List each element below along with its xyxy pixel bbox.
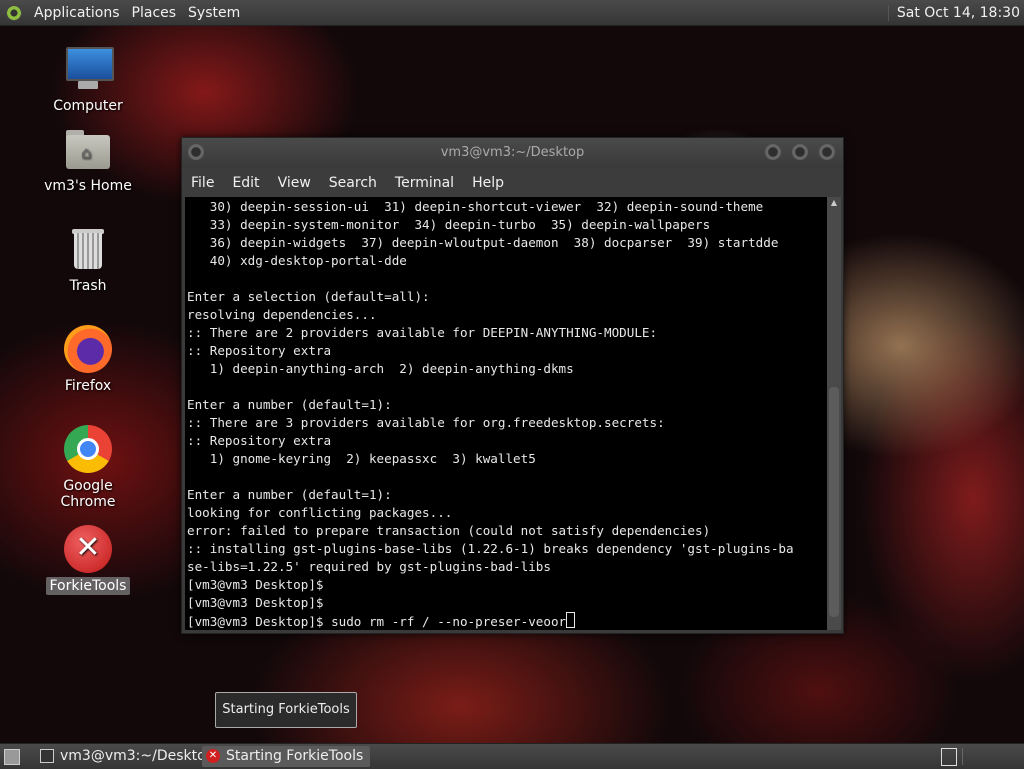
- terminal-prompt: [vm3@vm3 Desktop]$: [187, 614, 332, 629]
- terminal-line: Enter a number (default=1):: [187, 487, 392, 502]
- desktop-icon-label: vm3's Home: [44, 178, 132, 194]
- desktop-icon-trash[interactable]: Trash: [40, 225, 136, 295]
- terminal-line: :: Repository extra: [187, 433, 332, 448]
- desktop-icon-label: Firefox: [64, 378, 112, 394]
- terminal-line: looking for conflicting packages...: [187, 505, 453, 520]
- show-desktop-icon[interactable]: [4, 749, 20, 765]
- menu-search[interactable]: Search: [320, 175, 386, 191]
- terminal-line: 1) deepin-anything-arch 2) deepin-anythi…: [187, 361, 574, 376]
- terminal-line: :: Repository extra: [187, 343, 332, 358]
- desktop-icon-chrome[interactable]: Google Chrome: [40, 425, 136, 511]
- maximize-icon[interactable]: [792, 144, 808, 160]
- terminal-line: 33) deepin-system-monitor 34) deepin-tur…: [187, 217, 711, 232]
- clock[interactable]: Sat Oct 14, 18:30: [887, 4, 1020, 21]
- close-icon[interactable]: [819, 144, 835, 160]
- terminal-command-input[interactable]: sudo rm -rf / --no-preser-veoor: [331, 614, 566, 629]
- task-label: Starting ForkieTools: [226, 748, 364, 764]
- launch-tooltip: Starting ForkieTools: [215, 692, 357, 728]
- desktop-icon-computer[interactable]: Computer: [40, 45, 136, 115]
- menu-view[interactable]: View: [269, 175, 320, 191]
- text-cursor: [566, 612, 576, 628]
- distro-logo-icon[interactable]: [6, 4, 22, 21]
- task-forkietools[interactable]: ✕ Starting ForkieTools: [202, 746, 370, 767]
- terminal-line: [vm3@vm3 Desktop]$: [187, 577, 324, 592]
- terminal-line: Enter a selection (default=all):: [187, 289, 430, 304]
- desktop-icon-firefox[interactable]: Firefox: [40, 325, 136, 395]
- window-titlebar[interactable]: vm3@vm3:~/Desktop: [182, 138, 843, 168]
- top-panel: Applications Places System Sat Oct 14, 1…: [0, 0, 1024, 26]
- terminal-line: [vm3@vm3 Desktop]$: [187, 595, 324, 610]
- home-folder-icon: ⌂: [64, 125, 112, 173]
- task-label: vm3@vm3:~/Desktop: [60, 748, 215, 764]
- scroll-up-icon[interactable]: ▲: [827, 197, 841, 209]
- chrome-icon: [64, 425, 112, 473]
- desktop-icon-home[interactable]: ⌂ vm3's Home: [40, 125, 136, 195]
- panel-separator: [962, 748, 963, 765]
- terminal-window[interactable]: vm3@vm3:~/Desktop File Edit View Search …: [181, 137, 844, 634]
- terminal-output[interactable]: 30) deepin-session-ui 31) deepin-shortcu…: [185, 197, 827, 630]
- terminal-scrollbar[interactable]: ▲: [827, 197, 841, 630]
- menu-edit[interactable]: Edit: [223, 175, 268, 191]
- window-title: vm3@vm3:~/Desktop: [440, 145, 585, 160]
- task-terminal[interactable]: vm3@vm3:~/Desktop: [36, 746, 215, 767]
- minimize-icon[interactable]: [765, 144, 781, 160]
- forkietools-icon: ✕: [64, 525, 112, 573]
- desktop-icon-label: Google Chrome: [60, 478, 116, 510]
- firefox-icon: [64, 325, 112, 373]
- desktop-icon-label: ForkieTools: [45, 577, 131, 595]
- menu-places[interactable]: Places: [126, 5, 183, 21]
- menu-file[interactable]: File: [182, 175, 223, 191]
- terminal-line: :: installing gst-plugins-base-libs (1.2…: [187, 541, 794, 556]
- forkietools-icon: ✕: [206, 749, 220, 763]
- desktop-icon-label: Trash: [69, 278, 107, 294]
- terminal-line: 40) xdg-desktop-portal-dde: [187, 253, 407, 268]
- desktop-icon-label: Computer: [53, 98, 123, 114]
- terminal-menubar: File Edit View Search Terminal Help: [182, 168, 843, 197]
- terminal-line: resolving dependencies...: [187, 307, 377, 322]
- terminal-line: 36) deepin-widgets 37) deepin-wloutput-d…: [187, 235, 779, 250]
- terminal-icon: [40, 749, 54, 763]
- terminal-line: error: failed to prepare transaction (co…: [187, 523, 711, 538]
- desktop-icon-forkietools[interactable]: ✕ ForkieTools: [40, 525, 136, 595]
- window-menu-icon[interactable]: [188, 144, 204, 160]
- terminal-line: 1) gnome-keyring 2) keepassxc 3) kwallet…: [187, 451, 536, 466]
- terminal-line: 30) deepin-session-ui 31) deepin-shortcu…: [187, 199, 764, 214]
- menu-system[interactable]: System: [182, 5, 246, 21]
- menu-terminal[interactable]: Terminal: [386, 175, 463, 191]
- terminal-line: se-libs=1.22.5' required by gst-plugins-…: [187, 559, 551, 574]
- bottom-panel: vm3@vm3:~/Desktop ✕ Starting ForkieTools: [0, 743, 1024, 769]
- workspace-switcher[interactable]: [941, 748, 957, 766]
- terminal-line: Enter a number (default=1):: [187, 397, 392, 412]
- trash-icon: [64, 225, 112, 273]
- computer-icon: [64, 45, 114, 93]
- menu-help[interactable]: Help: [463, 175, 513, 191]
- scrollbar-thumb[interactable]: [829, 387, 839, 617]
- terminal-line: :: There are 3 providers available for o…: [187, 415, 665, 430]
- terminal-line: :: There are 2 providers available for D…: [187, 325, 658, 340]
- menu-applications[interactable]: Applications: [28, 5, 126, 21]
